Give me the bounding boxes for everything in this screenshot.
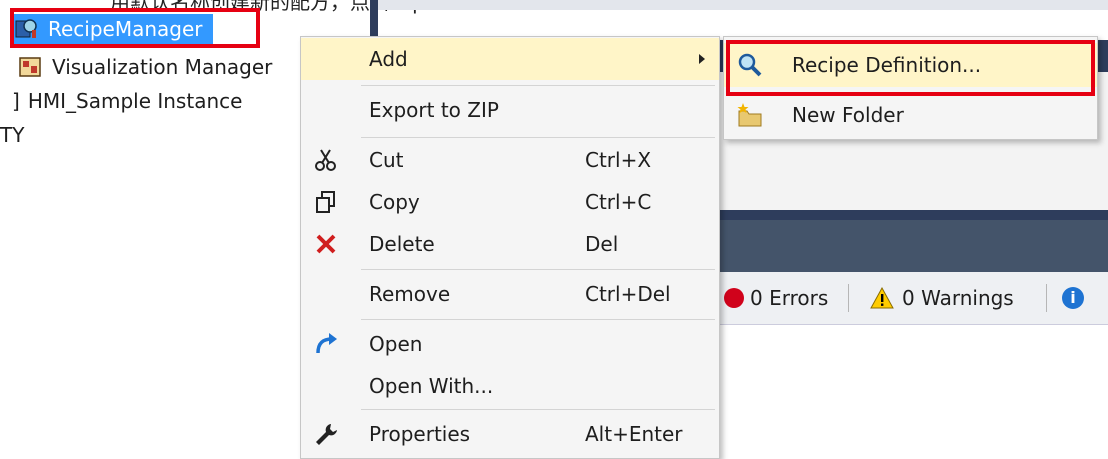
visualization-manager-icon (19, 57, 41, 77)
errors-filter[interactable]: 0 Errors (724, 282, 828, 314)
scissors-icon (315, 149, 336, 171)
delete-x-icon (316, 234, 336, 254)
menu-item-open-with[interactable]: Open With... (301, 365, 719, 407)
menu-item-label: Properties (369, 422, 471, 446)
tree-item-label: Visualization Manager (52, 55, 273, 79)
tree-item-label: TY (0, 123, 25, 147)
open-arrow-icon (316, 333, 337, 354)
context-menu: Add Export to ZIP Cut Ctrl+X Copy Ctrl+C… (300, 36, 720, 459)
copy-icon (316, 191, 335, 213)
menu-item-shortcut: Alt+Enter (585, 422, 683, 446)
menu-item-label: Cut (369, 148, 404, 172)
menu-item-shortcut: Ctrl+C (585, 190, 652, 214)
highlight-box-recipe-definition (726, 40, 1095, 96)
errors-count: 0 Errors (750, 286, 829, 310)
menu-item-label: Copy (369, 190, 420, 214)
warnings-count: 0 Warnings (902, 286, 1014, 310)
tree-item-visualization-manager[interactable]: Visualization Manager (18, 52, 272, 82)
menu-item-remove[interactable]: Remove Ctrl+Del (301, 273, 719, 315)
menu-item-cut[interactable]: Cut Ctrl+X (301, 139, 719, 181)
menu-item-open[interactable]: Open (301, 323, 719, 365)
messages-filter[interactable]: i (1062, 282, 1084, 314)
menu-item-label: Delete (369, 232, 435, 256)
bracket-glyph: ] (12, 89, 20, 113)
menu-item-export-zip[interactable]: Export to ZIP (301, 89, 719, 131)
warnings-filter[interactable]: 0 Warnings (870, 282, 1014, 314)
menu-item-shortcut: Ctrl+Del (585, 282, 671, 306)
menu-item-shortcut: Del (585, 232, 619, 256)
new-folder-icon (737, 103, 762, 127)
menu-item-copy[interactable]: Copy Ctrl+C (301, 181, 719, 223)
menu-item-delete[interactable]: Delete Del (301, 223, 719, 265)
info-icon: i (1062, 287, 1084, 309)
error-icon (724, 288, 744, 308)
menu-item-label: Open (369, 332, 423, 356)
highlight-box-recipemanager (10, 8, 260, 48)
warning-icon (870, 287, 894, 309)
menu-item-label: Remove (369, 282, 451, 306)
tree-item-ty[interactable]: TY (0, 120, 24, 150)
menu-item-add[interactable]: Add (301, 38, 719, 80)
wrench-icon (316, 424, 337, 445)
top-band (378, 0, 1108, 10)
menu-item-label: Open With... (369, 374, 494, 398)
tree-item-label: HMI_Sample Instance (27, 89, 243, 113)
menu-item-shortcut: Ctrl+X (585, 148, 652, 172)
menu-item-label: Export to ZIP (369, 98, 499, 122)
submenu-item-new-folder[interactable]: New Folder (724, 93, 1097, 137)
tree-item-hmi-sample-instance[interactable]: ] HMI_Sample Instance (12, 86, 242, 116)
menu-item-properties[interactable]: Properties Alt+Enter (301, 413, 719, 455)
submenu-arrow-icon (699, 54, 705, 64)
submenu-item-label: New Folder (792, 103, 904, 127)
menu-item-label: Add (369, 47, 408, 71)
